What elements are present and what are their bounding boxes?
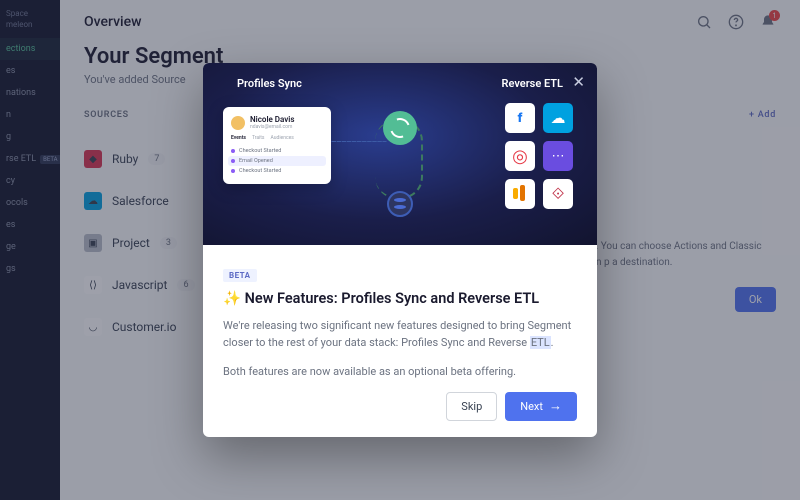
onboarding-modal: Profiles Sync Reverse ETL ✕ Nicole Davis… [203, 63, 597, 437]
salesforce-icon: ☁ [543, 103, 573, 133]
braze-icon: ⟐ [543, 179, 573, 209]
profile-name: Nicole Davis [250, 115, 294, 124]
modal-body: BETA ✨ New Features: Profiles Sync and R… [203, 245, 597, 437]
beta-badge: BETA [223, 269, 257, 282]
profile-tab: Audiences [271, 135, 294, 141]
profile-event: Email Opened [228, 156, 326, 166]
modal-scrim[interactable]: Profiles Sync Reverse ETL ✕ Nicole Davis… [0, 0, 800, 500]
profile-card: Nicole Davis ndavis@email.com Events Tra… [223, 107, 331, 184]
next-button[interactable]: Next → [505, 392, 577, 421]
facebook-icon: f [505, 103, 535, 133]
close-icon[interactable]: ✕ [572, 73, 585, 91]
profile-email: ndavis@email.com [250, 124, 294, 130]
profile-tab: Events [231, 135, 246, 141]
profile-event: Checkout Started [231, 146, 323, 156]
segment-logo-icon [383, 111, 417, 145]
modal-paragraph: Both features are now available as an op… [223, 363, 577, 380]
modal-actions: Skip Next → [223, 392, 577, 421]
next-button-label: Next [520, 400, 543, 413]
skip-button[interactable]: Skip [446, 392, 497, 421]
profile-event: Checkout Started [231, 166, 323, 176]
avatar [231, 116, 245, 130]
hero-right-label: Reverse ETL [502, 77, 563, 90]
modal-paragraph: We're releasing two significant new feat… [223, 317, 577, 351]
profile-tab: Traits [252, 135, 265, 141]
modal-hero: Profiles Sync Reverse ETL ✕ Nicole Davis… [203, 63, 597, 245]
target-icon: ◎ [505, 141, 535, 171]
destination-grid: f ☁ ◎ ⋯ ⟐ [505, 103, 573, 209]
analytics-icon [505, 179, 535, 209]
database-icon [387, 191, 413, 217]
modal-title: ✨ New Features: Profiles Sync and Revers… [223, 290, 577, 307]
messaging-icon: ⋯ [543, 141, 573, 171]
profile-tabs: Events Traits Audiences [231, 135, 323, 141]
hero-left-label: Profiles Sync [237, 77, 302, 90]
